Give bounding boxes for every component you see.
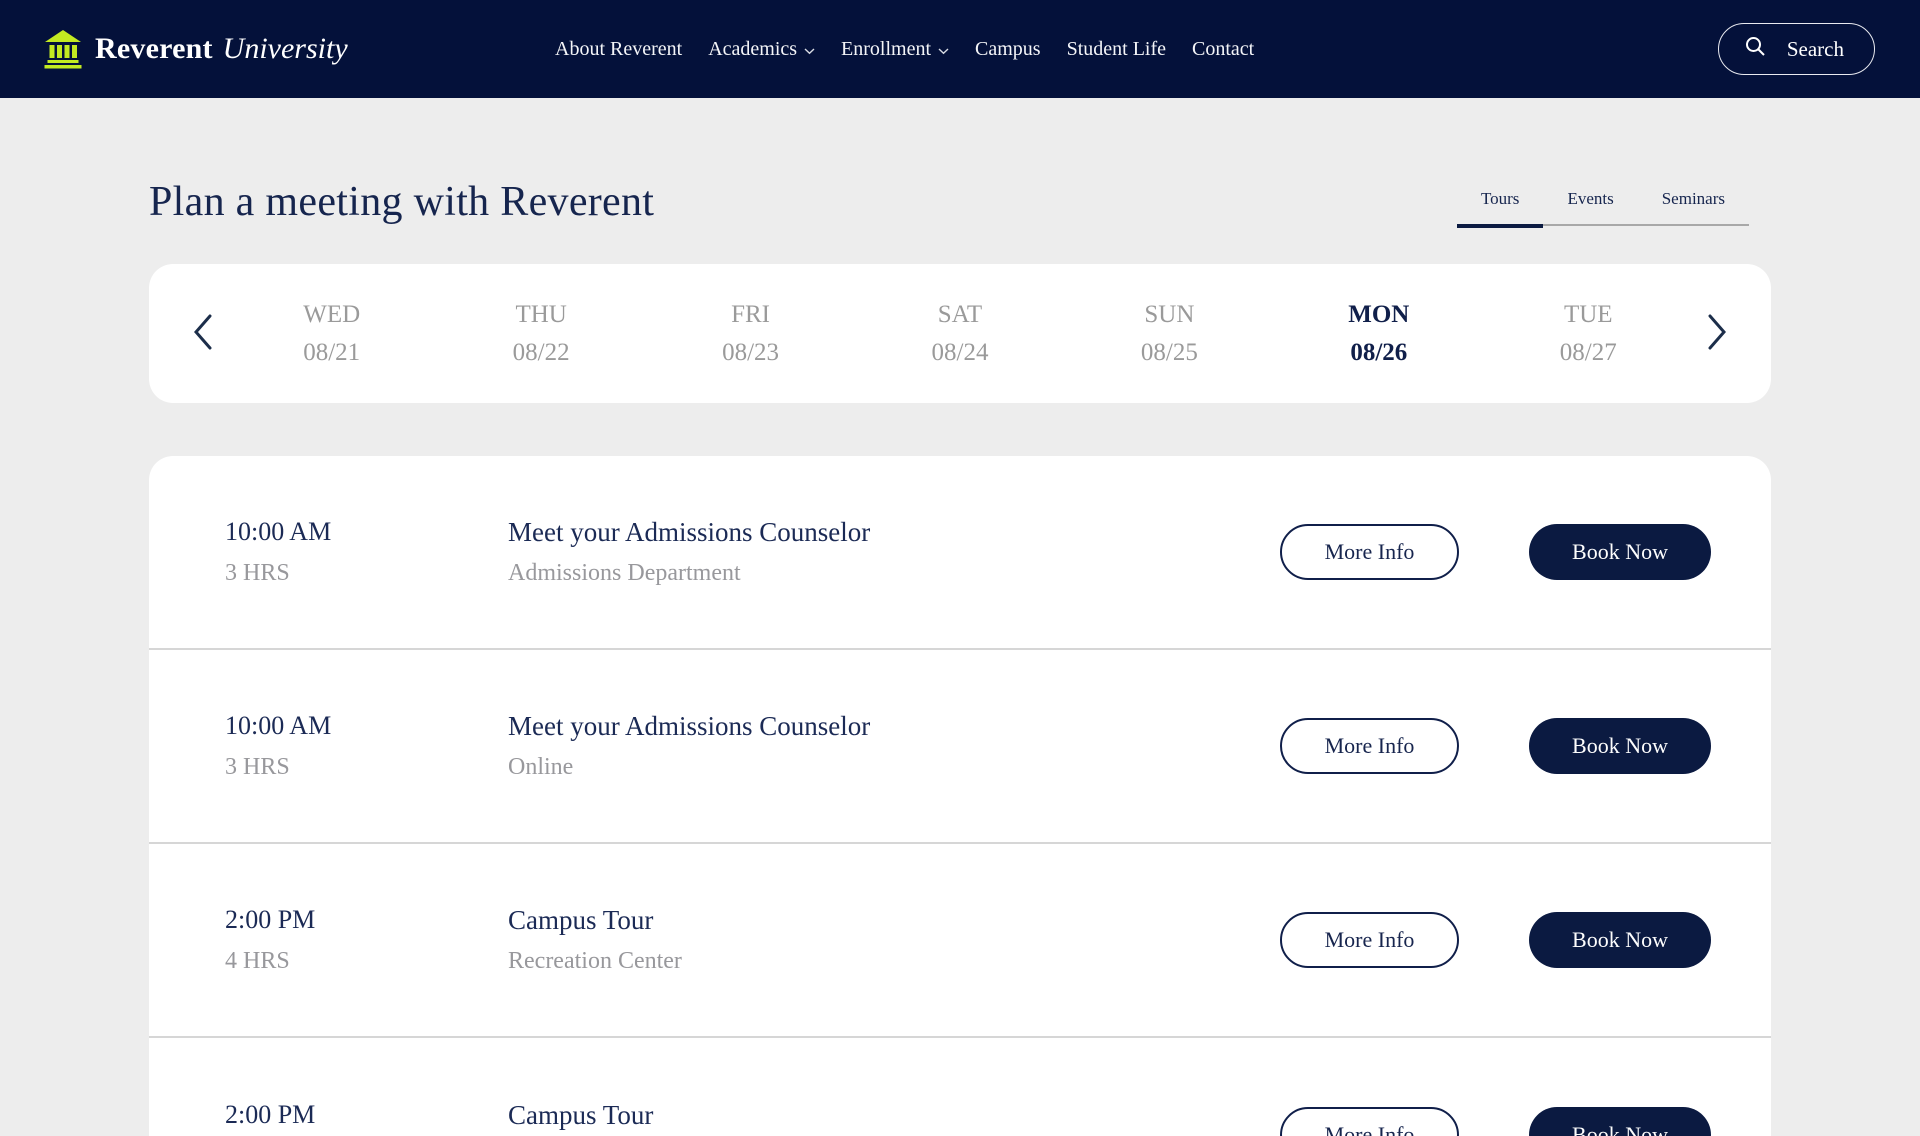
event-time-column: 10:00 AM 3 HRS <box>225 711 508 782</box>
more-info-button[interactable]: More Info <box>1280 912 1459 968</box>
chevron-left-icon <box>192 313 214 354</box>
brand-name: Reverent <box>95 32 213 66</box>
event-time: 10:00 AM <box>225 711 508 741</box>
event-actions: More Info Book Now <box>1280 912 1711 968</box>
chevron-down-icon <box>804 38 815 61</box>
day-label: THU <box>436 296 645 334</box>
tab-tours[interactable]: Tours <box>1457 189 1543 228</box>
event-time: 2:00 PM <box>225 905 508 935</box>
event-actions: More Info Book Now <box>1280 524 1711 580</box>
chevron-down-icon <box>938 38 949 61</box>
more-info-button[interactable]: More Info <box>1280 718 1459 774</box>
event-time-column: 2:00 PM <box>225 1100 508 1136</box>
page-title: Plan a meeting with Reverent <box>149 178 654 226</box>
event-time-column: 2:00 PM 4 HRS <box>225 905 508 976</box>
book-now-button[interactable]: Book Now <box>1529 718 1711 774</box>
book-now-button[interactable]: Book Now <box>1529 912 1711 968</box>
tab-seminars[interactable]: Seminars <box>1638 189 1749 226</box>
day-label: TUE <box>1484 296 1693 334</box>
event-info-column: Meet your Admissions Counselor Online <box>508 711 1280 782</box>
date-option-sun-0825[interactable]: SUN 08/25 <box>1065 296 1274 372</box>
nav-academics[interactable]: Academics <box>708 38 815 61</box>
day-label: SUN <box>1065 296 1274 334</box>
date-label: 08/23 <box>646 334 855 372</box>
carousel-prev-button[interactable] <box>179 304 227 364</box>
nav-campus[interactable]: Campus <box>975 38 1041 61</box>
date-label: 08/24 <box>855 334 1064 372</box>
day-label: WED <box>227 296 436 334</box>
event-row: 2:00 PM Campus Tour More Info Book Now <box>149 1038 1771 1136</box>
event-actions: More Info Book Now <box>1280 1107 1711 1136</box>
main-content: Plan a meeting with Reverent Tours Event… <box>0 178 1920 1136</box>
event-duration: 3 HRS <box>225 560 508 588</box>
university-building-icon <box>43 29 83 69</box>
event-actions: More Info Book Now <box>1280 718 1711 774</box>
tab-events[interactable]: Events <box>1543 189 1637 226</box>
chevron-right-icon <box>1706 313 1728 354</box>
nav-label: About Reverent <box>555 38 682 61</box>
nav-about-reverent[interactable]: About Reverent <box>555 38 682 61</box>
nav-label: Enrollment <box>841 38 931 61</box>
event-location: Admissions Department <box>508 560 1280 588</box>
search-button[interactable]: Search <box>1718 23 1875 75</box>
date-label: 08/27 <box>1484 334 1693 372</box>
event-row: 10:00 AM 3 HRS Meet your Admissions Coun… <box>149 650 1771 844</box>
date-options: WED 08/21 THU 08/22 FRI 08/23 SAT 08/24 … <box>227 296 1693 372</box>
nav-label: Academics <box>708 38 797 61</box>
date-option-fri-0823[interactable]: FRI 08/23 <box>646 296 855 372</box>
date-option-sat-0824[interactable]: SAT 08/24 <box>855 296 1064 372</box>
day-label: FRI <box>646 296 855 334</box>
date-option-mon-0826-selected[interactable]: MON 08/26 <box>1274 296 1483 372</box>
event-location: Online <box>508 754 1280 782</box>
nav-student-life[interactable]: Student Life <box>1067 38 1166 61</box>
title-row: Plan a meeting with Reverent Tours Event… <box>149 178 1771 226</box>
search-label: Search <box>1787 37 1844 62</box>
event-row: 2:00 PM 4 HRS Campus Tour Recreation Cen… <box>149 844 1771 1038</box>
date-label: 08/26 <box>1274 334 1483 372</box>
nav-label: Student Life <box>1067 38 1166 61</box>
day-label: SAT <box>855 296 1064 334</box>
event-title: Meet your Admissions Counselor <box>508 711 1280 742</box>
event-time-column: 10:00 AM 3 HRS <box>225 517 508 588</box>
date-label: 08/25 <box>1065 334 1274 372</box>
date-label: 08/22 <box>436 334 645 372</box>
event-time: 2:00 PM <box>225 1100 508 1130</box>
event-location: Recreation Center <box>508 948 1280 976</box>
brand-suffix: University <box>223 32 348 66</box>
events-list: 10:00 AM 3 HRS Meet your Admissions Coun… <box>149 456 1771 1136</box>
nav-label: Campus <box>975 38 1041 61</box>
event-title: Campus Tour <box>508 1100 1280 1131</box>
event-duration: 3 HRS <box>225 754 508 782</box>
event-row: 10:00 AM 3 HRS Meet your Admissions Coun… <box>149 456 1771 650</box>
site-header: Reverent University About Reverent Acade… <box>0 0 1920 98</box>
brand-logo[interactable]: Reverent University <box>43 29 348 69</box>
event-info-column: Campus Tour Recreation Center <box>508 905 1280 976</box>
event-duration: 4 HRS <box>225 948 508 976</box>
main-nav: About Reverent Academics Enrollment Camp… <box>555 0 1254 98</box>
nav-enrollment[interactable]: Enrollment <box>841 38 949 61</box>
date-option-thu-0822[interactable]: THU 08/22 <box>436 296 645 372</box>
event-title: Campus Tour <box>508 905 1280 936</box>
date-carousel: WED 08/21 THU 08/22 FRI 08/23 SAT 08/24 … <box>149 264 1771 403</box>
event-title: Meet your Admissions Counselor <box>508 517 1280 548</box>
date-label: 08/21 <box>227 334 436 372</box>
day-label: MON <box>1274 296 1483 334</box>
book-now-button[interactable]: Book Now <box>1529 1107 1711 1136</box>
date-option-tue-0827[interactable]: TUE 08/27 <box>1484 296 1693 372</box>
nav-contact[interactable]: Contact <box>1192 38 1254 61</box>
event-info-column: Meet your Admissions Counselor Admission… <box>508 517 1280 588</box>
tab-bar: Tours Events Seminars <box>1457 189 1749 226</box>
search-icon <box>1743 34 1767 64</box>
nav-label: Contact <box>1192 38 1254 61</box>
more-info-button[interactable]: More Info <box>1280 1107 1459 1136</box>
event-info-column: Campus Tour <box>508 1100 1280 1136</box>
book-now-button[interactable]: Book Now <box>1529 524 1711 580</box>
date-option-wed-0821[interactable]: WED 08/21 <box>227 296 436 372</box>
carousel-next-button[interactable] <box>1693 304 1741 364</box>
event-time: 10:00 AM <box>225 517 508 547</box>
more-info-button[interactable]: More Info <box>1280 524 1459 580</box>
